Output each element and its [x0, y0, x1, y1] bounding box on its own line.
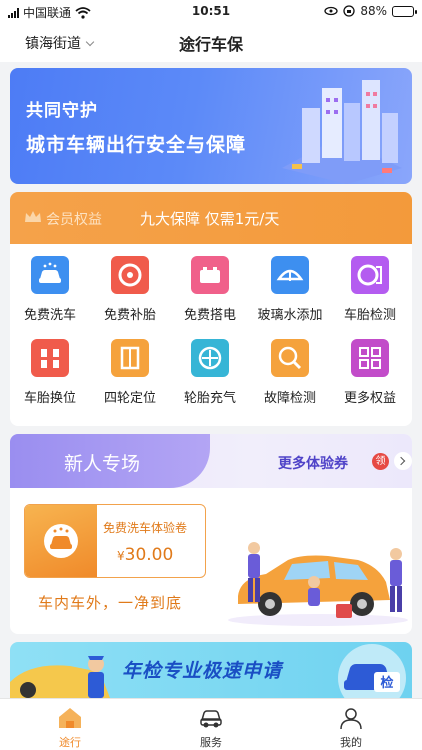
crown-icon	[25, 211, 41, 222]
page-title: 途行车保	[178, 35, 243, 54]
currency-symbol: ¥	[117, 549, 125, 563]
newbie-slogan: 车内车外，一净到底	[38, 594, 183, 612]
battery-jump-icon	[191, 256, 229, 294]
newbie-title: 新人专场	[64, 453, 141, 475]
city-illustration	[282, 80, 402, 184]
member-subtitle: 九大保障 仅需1元/天	[140, 210, 280, 228]
newbie-section: 新人专场 更多体验券 领 免费洗车体验卷 ¥30.00 车内车外，一净到底	[10, 434, 412, 634]
tab-mine[interactable]: 我的	[321, 705, 381, 750]
tab-mine-label: 我的	[340, 736, 362, 749]
header: 镇海街道 途行车保	[0, 22, 422, 62]
hero-banner[interactable]: 共同守护 城市车辆出行安全与保障	[10, 68, 412, 184]
home-icon	[40, 705, 100, 731]
benefit-label: 更多权益	[343, 391, 396, 406]
benefit-item[interactable]: 免费洗车	[10, 256, 90, 323]
coupon-name: 免费洗车体验卷	[103, 521, 188, 535]
inspection-text: 年检专业极速申请	[122, 660, 283, 682]
member-benefits-card: 会员权益 九大保障 仅需1元/天 免费洗车 免费补胎 免费搭电 玻璃水添加 车胎检测车胎…	[10, 192, 412, 426]
car-wash-coupon[interactable]: 免费洗车体验卷 ¥30.00	[24, 504, 206, 578]
link-icon	[324, 6, 338, 16]
battery-percent: 88%	[360, 4, 387, 18]
benefit-label: 车胎换位	[23, 391, 76, 406]
newbie-header: 新人专场 更多体验券 领	[10, 434, 412, 488]
user-icon	[321, 705, 381, 731]
benefit-item[interactable]: 车胎换位	[10, 339, 90, 406]
tire-inflate-icon	[191, 339, 229, 377]
windshield-fluid-icon	[271, 256, 309, 294]
benefit-item[interactable]: 玻璃水添加	[250, 256, 330, 323]
coupon-icon-area	[25, 505, 97, 577]
chevron-right-icon[interactable]	[394, 452, 412, 470]
benefit-item[interactable]: 轮胎充气	[170, 339, 250, 406]
tab-bar: 途行 服务 我的	[0, 698, 422, 750]
benefit-item[interactable]: 故障检测	[250, 339, 330, 406]
benefit-item[interactable]: 免费补胎	[90, 256, 170, 323]
member-header[interactable]: 会员权益 九大保障 仅需1元/天	[10, 192, 412, 244]
benefit-item[interactable]: 更多权益	[330, 339, 410, 406]
benefit-item[interactable]: 车胎检测	[330, 256, 410, 323]
car-wash-icon	[44, 524, 78, 558]
benefit-label: 故障检测	[263, 391, 316, 406]
member-title: 会员权益	[46, 212, 102, 228]
benefit-label: 免费补胎	[103, 308, 156, 323]
benefit-label: 玻璃水添加	[257, 308, 323, 323]
benefit-label: 车胎检测	[343, 308, 396, 323]
banner-line2: 城市车辆出行安全与保障	[26, 134, 247, 156]
tire-repair-icon	[111, 256, 149, 294]
tab-service-label: 服务	[200, 736, 222, 749]
car-washing-illustration	[228, 542, 408, 626]
tire-check-icon	[351, 256, 389, 294]
fault-check-icon	[271, 339, 309, 377]
benefit-item[interactable]: 免费搭电	[170, 256, 250, 323]
coupon-price: ¥30.00	[117, 545, 173, 565]
more-vouchers-link[interactable]: 更多体验券	[278, 453, 348, 473]
status-bar: 中国联通 10:51 88%	[0, 0, 422, 22]
inspection-badge: 检	[380, 675, 393, 691]
benefit-label: 免费洗车	[23, 308, 76, 323]
inspection-car-icon: 检	[338, 644, 406, 698]
benefit-label: 四轮定位	[103, 391, 156, 406]
benefit-item[interactable]: 四轮定位	[90, 339, 170, 406]
banner-line1: 共同守护	[26, 101, 98, 121]
benefit-label: 轮胎充气	[183, 391, 236, 406]
price-value: 30.00	[124, 545, 174, 565]
tab-service[interactable]: 服务	[181, 705, 241, 750]
more-benefits-icon	[351, 339, 389, 377]
claim-badge[interactable]: 领	[372, 453, 389, 470]
tire-rotation-icon	[31, 339, 69, 377]
benefit-label: 免费搭电	[183, 308, 236, 323]
inspection-banner[interactable]: 年检专业极速申请 检	[10, 642, 412, 698]
orientation-lock-icon	[343, 5, 355, 17]
tab-home-label: 途行	[59, 736, 81, 749]
status-right: 88%	[324, 4, 417, 18]
tab-home[interactable]: 途行	[40, 705, 100, 750]
mechanic-illustration	[10, 656, 110, 698]
car-wash-icon	[31, 256, 69, 294]
wheel-alignment-icon	[111, 339, 149, 377]
battery-icon	[392, 5, 417, 17]
service-car-icon	[181, 705, 241, 731]
